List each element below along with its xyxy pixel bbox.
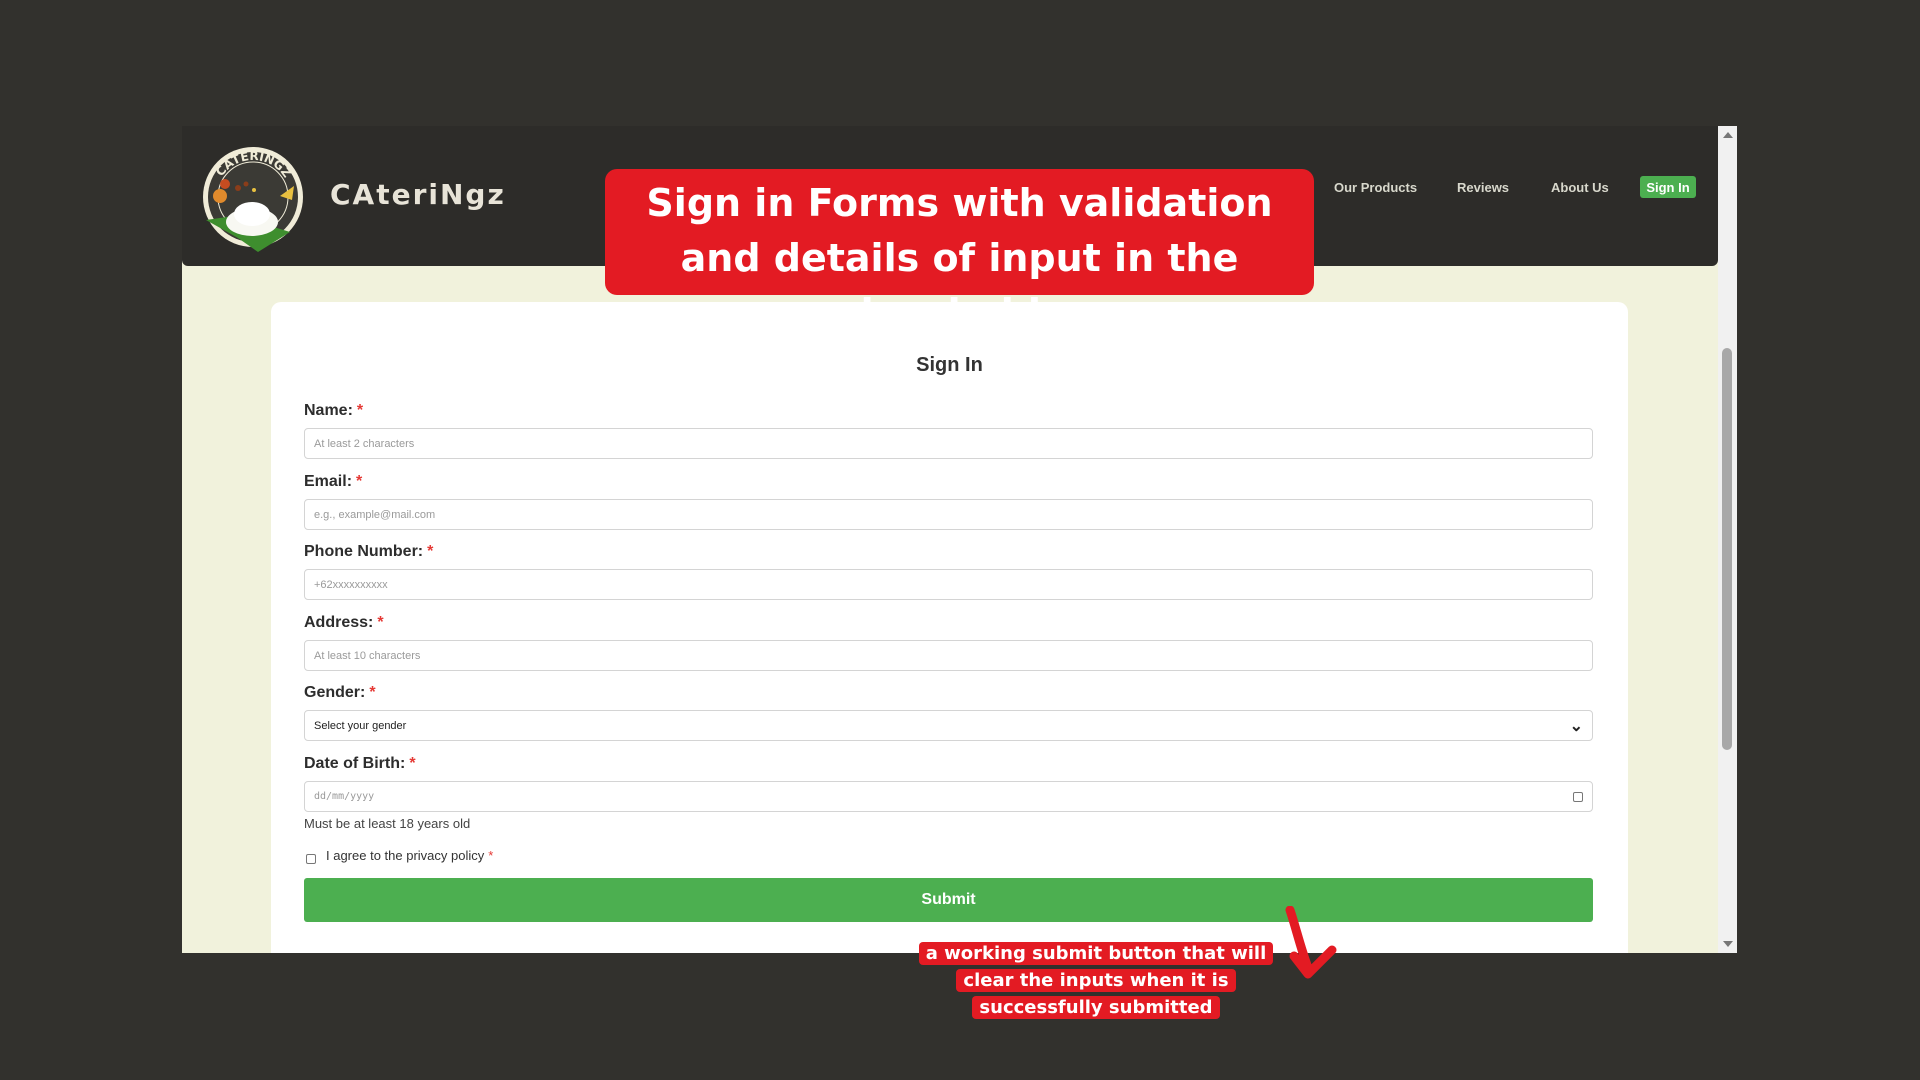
privacy-checkbox[interactable] [306, 854, 316, 864]
logo: CATERINGZ [203, 147, 303, 252]
phone-label: Phone Number: * [304, 543, 433, 561]
arrow-icon [1285, 906, 1337, 979]
nav-signin-button[interactable]: Sign In [1640, 176, 1696, 198]
dob-input[interactable]: dd/mm/yyyy [304, 781, 1593, 812]
phone-placeholder: +62xxxxxxxxxx [314, 578, 388, 591]
gender-label: Gender: * [304, 684, 376, 702]
nav-link-our-products[interactable]: Our Products [1334, 180, 1417, 195]
phone-label-text: Phone Number: [304, 543, 424, 560]
address-label: Address: * [304, 614, 384, 632]
dob-placeholder: dd/mm/yyyy [314, 791, 375, 802]
gender-selected-value: Select your gender [314, 719, 407, 732]
email-label: Email: * [304, 473, 362, 491]
email-label-text: Email: [304, 473, 353, 490]
feature-callout-note: a working submit button that will clear … [900, 940, 1292, 1021]
required-mark: * [409, 755, 416, 772]
feature-callout-note-text: a working submit button that will clear … [918, 942, 1274, 1019]
privacy-label-text: I agree to the privacy policy [326, 848, 485, 863]
dob-label-text: Date of Birth: [304, 755, 406, 772]
email-placeholder: e.g., example@mail.com [314, 508, 436, 521]
required-mark: * [356, 473, 363, 490]
brand-name[interactable]: CAteriNgz [330, 178, 506, 211]
scroll-down-arrow-icon[interactable] [1723, 941, 1733, 947]
gender-label-text: Gender: [304, 684, 366, 701]
form-title: Sign In [916, 354, 983, 376]
required-mark: * [356, 402, 364, 419]
submit-button[interactable]: Submit [304, 878, 1593, 922]
privacy-label: I agree to the privacy policy * [326, 848, 493, 863]
chevron-down-icon: ⌄ [1569, 717, 1583, 735]
required-mark: * [488, 848, 494, 863]
address-placeholder: At least 10 characters [314, 649, 421, 662]
name-input[interactable]: At least 2 characters [304, 428, 1593, 459]
phone-input[interactable]: +62xxxxxxxxxx [304, 569, 1593, 600]
nav-link-about-us[interactable]: About Us [1551, 180, 1609, 195]
dob-hint: Must be at least 18 years old [304, 816, 471, 831]
required-mark: * [369, 684, 376, 701]
required-mark: * [377, 614, 384, 631]
signin-form-card: Sign In Name: * At least 2 characters Ema… [271, 302, 1628, 953]
name-label-text: Name: [304, 402, 353, 419]
email-input[interactable]: e.g., example@mail.com [304, 499, 1593, 530]
name-label: Name: * [304, 402, 363, 420]
gender-select[interactable]: Select your gender ⌄ [304, 710, 1593, 741]
scrollbar[interactable] [1718, 126, 1737, 953]
required-mark: * [427, 543, 434, 560]
address-label-text: Address: [304, 614, 374, 631]
dob-label: Date of Birth: * [304, 755, 416, 773]
calendar-icon[interactable] [1573, 791, 1583, 802]
address-input[interactable]: At least 10 characters [304, 640, 1593, 671]
nav-link-reviews[interactable]: Reviews [1457, 180, 1509, 195]
name-placeholder: At least 2 characters [314, 437, 415, 450]
scroll-up-arrow-icon[interactable] [1723, 132, 1733, 138]
feature-callout-title: Sign in Forms with validation and detail… [605, 169, 1314, 335]
scrollbar-thumb[interactable] [1722, 348, 1732, 750]
